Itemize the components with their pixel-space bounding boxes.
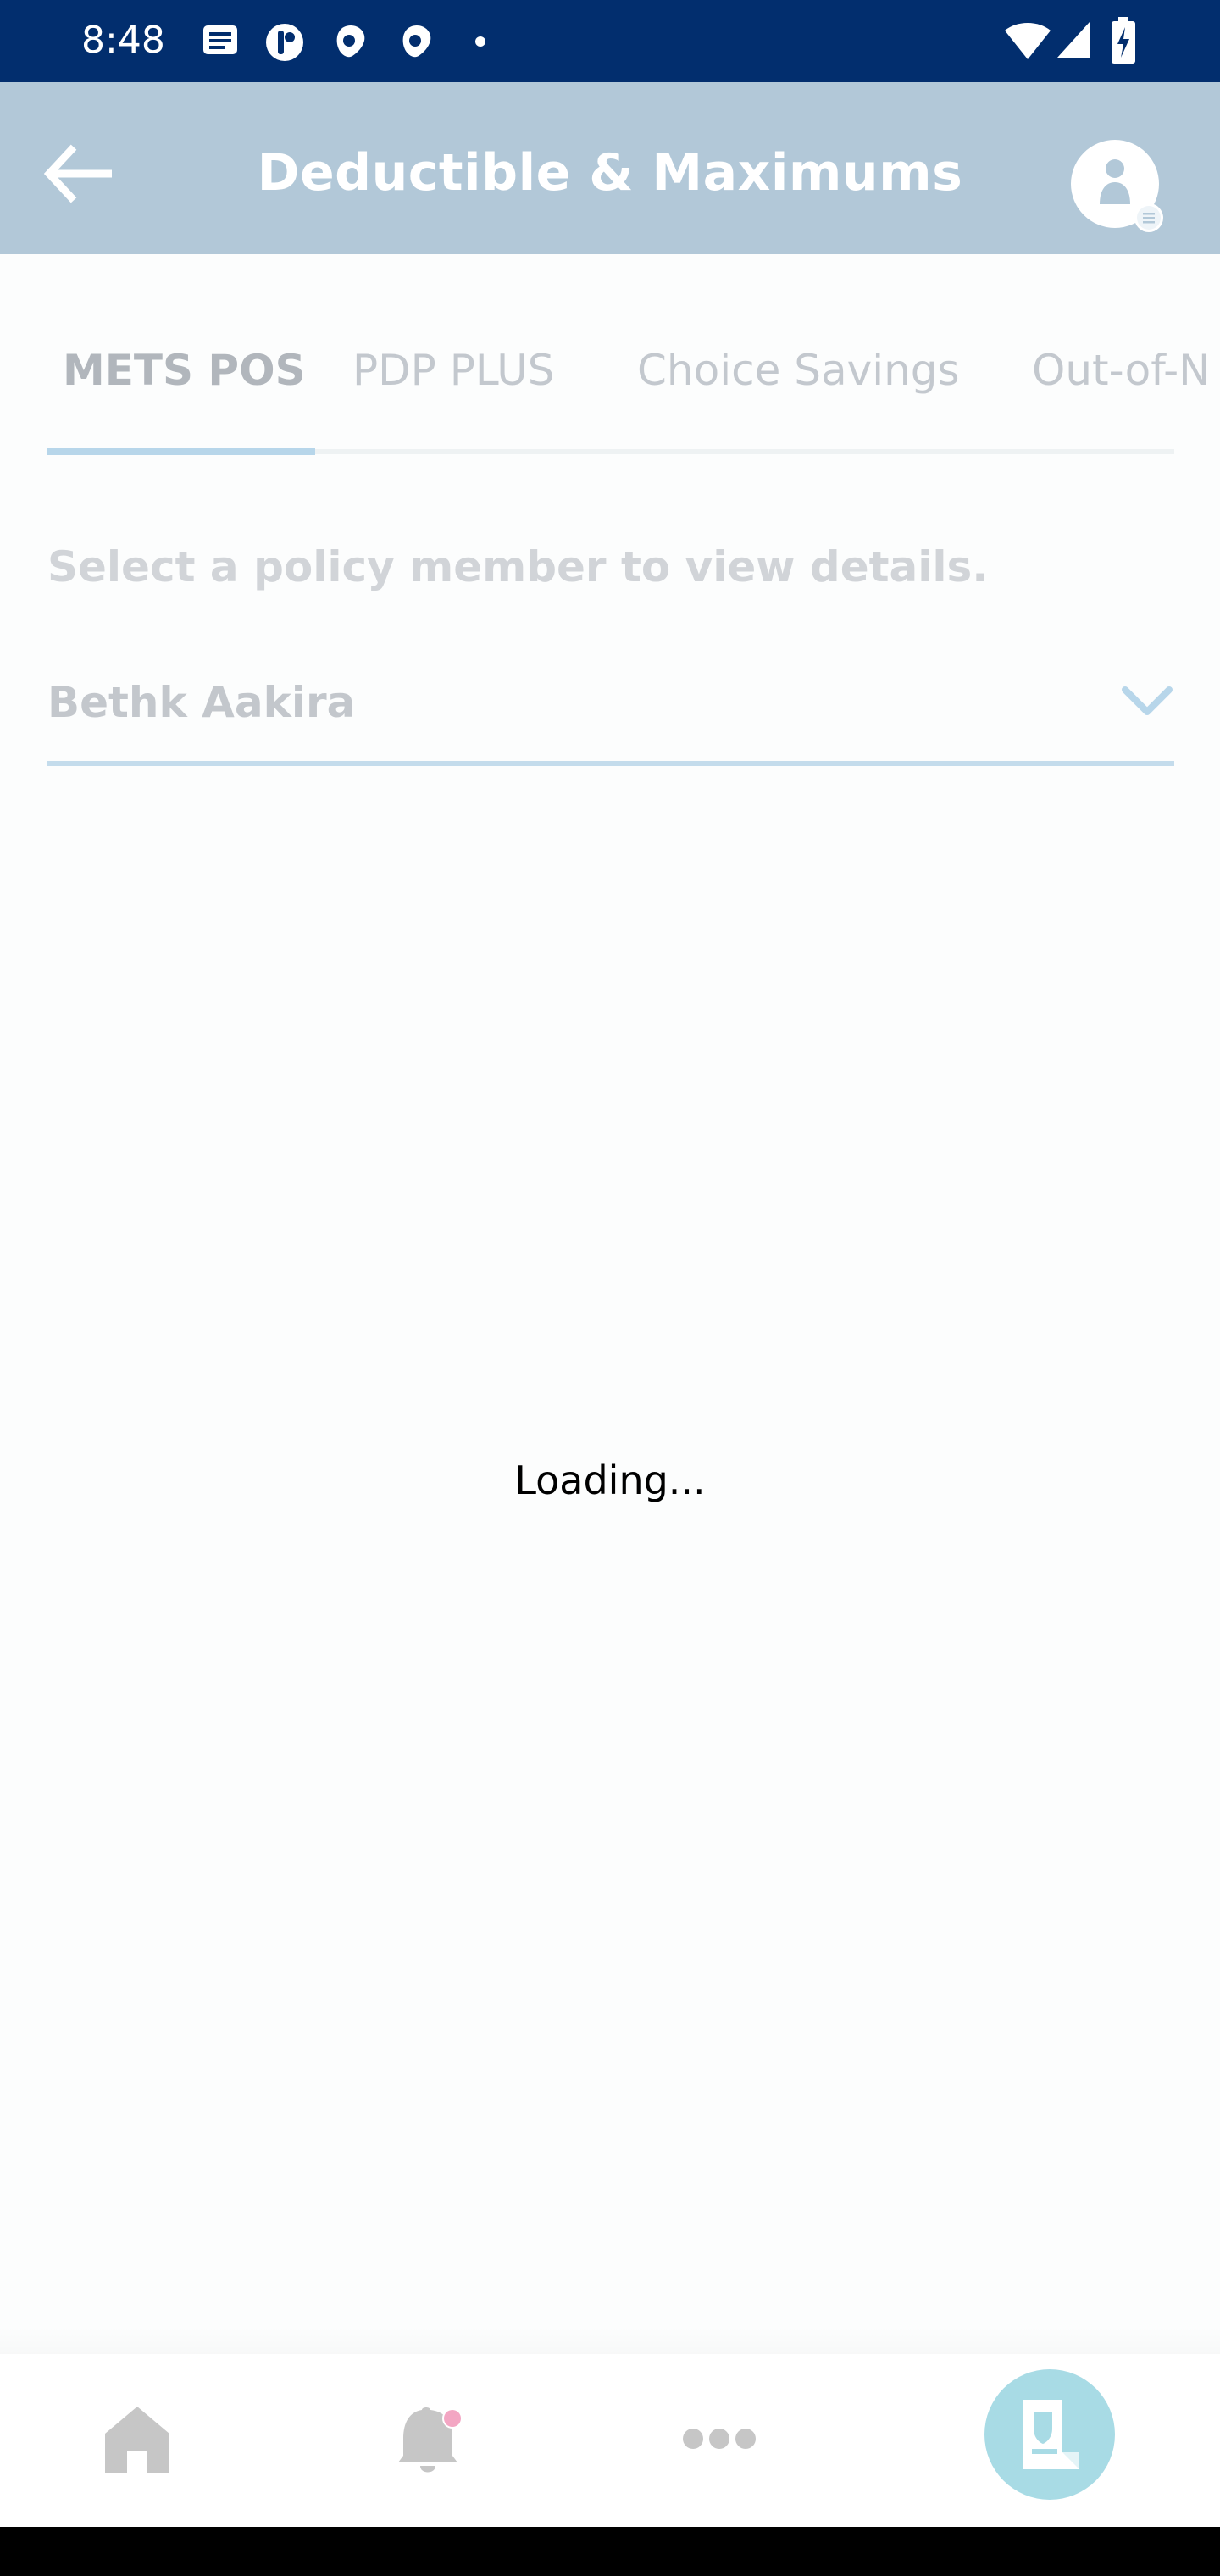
app-icon (336, 25, 365, 58)
tab-choice-savings[interactable]: Choice Savings (637, 346, 960, 395)
id-card-icon (1023, 2400, 1079, 2469)
status-bar: 8:48 (0, 0, 1220, 82)
app-icon (402, 25, 431, 58)
status-time: 8:48 (81, 19, 165, 62)
member-prompt: Select a policy member to view details. (47, 542, 989, 591)
tab-out-of-network[interactable]: Out-of-N (1032, 346, 1211, 395)
page-title: Deductible & Maximums (257, 143, 963, 203)
loading-text: Loading... (514, 1457, 706, 1503)
battery-icon (1112, 17, 1135, 64)
member-selected-value: Bethk Aakira (47, 678, 356, 727)
nav-id-card[interactable] (984, 2369, 1115, 2500)
app-bar: Deductible & Maximums (0, 82, 1220, 254)
system-nav-bar (0, 2527, 1220, 2576)
home-icon (105, 2407, 169, 2473)
tab-active-indicator (47, 448, 315, 455)
more-icon (683, 2429, 756, 2449)
signal-icon (1057, 22, 1090, 58)
wifi-icon (1005, 23, 1051, 59)
profile-icon (1071, 140, 1163, 232)
member-dropdown[interactable]: Bethk Aakira (47, 661, 1174, 766)
app-icon (266, 24, 303, 61)
profile-button[interactable] (1071, 140, 1164, 233)
dropdown-underline (47, 761, 1174, 766)
bell-icon (398, 2407, 463, 2473)
message-icon (203, 25, 237, 54)
tab-mets-pos[interactable]: METS POS (63, 346, 306, 395)
plan-tabs: METS POS PDP PLUS Choice Savings Out-of-… (0, 254, 1220, 458)
tab-pdp-plus[interactable]: PDP PLUS (352, 346, 555, 395)
nav-more[interactable] (681, 2420, 757, 2462)
dot-icon (475, 36, 485, 47)
home-gesture-handle[interactable] (503, 2510, 717, 2517)
nav-notifications[interactable] (395, 2403, 466, 2479)
nav-home[interactable] (102, 2403, 173, 2479)
chevron-down-icon (1122, 686, 1173, 715)
